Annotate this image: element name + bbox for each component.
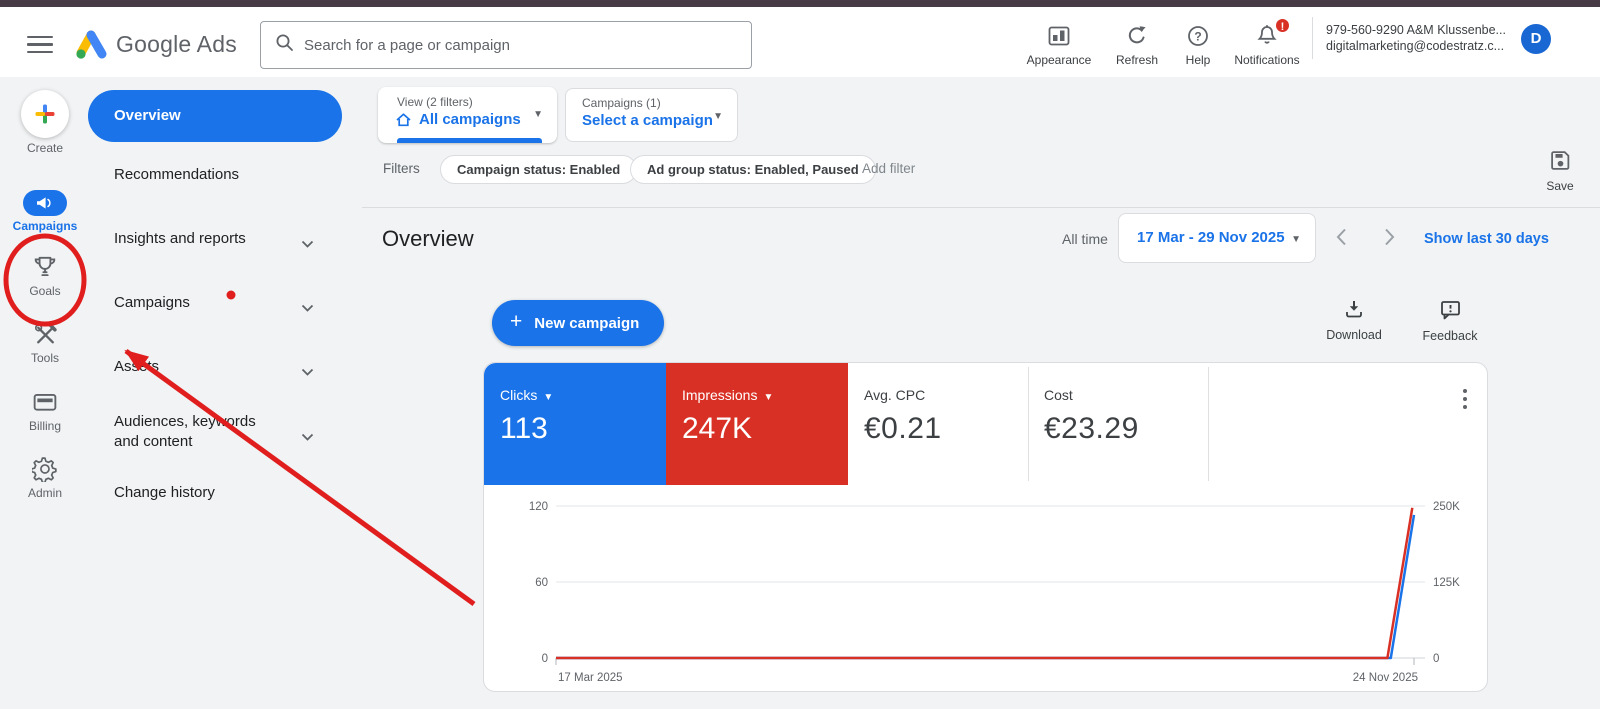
sidebar-item-insights-and-reports[interactable]: Insights and reports xyxy=(88,224,342,254)
rail-item-campaigns[interactable]: Campaigns xyxy=(0,190,90,233)
appearance-icon xyxy=(1017,23,1101,49)
download-button[interactable]: Download xyxy=(1314,300,1394,342)
view-selector-value: All campaigns xyxy=(419,111,521,128)
view-selector-label: View (2 filters) xyxy=(397,95,473,109)
right-axis-tick: 125K xyxy=(1433,577,1460,589)
global-search[interactable] xyxy=(260,21,752,69)
google-ads-overview-page: Google Ads Appearance Refresh ? Help xyxy=(0,0,1600,709)
chart-options-kebab-menu[interactable] xyxy=(1456,389,1474,409)
home-icon xyxy=(395,112,412,128)
scorecard-divider xyxy=(1208,367,1209,481)
right-axis-tick: 250K xyxy=(1433,501,1460,513)
billing-card-icon xyxy=(0,388,90,416)
timeseries-chart: 120 60 0 250K 125K 0 17 Mar 2025 24 Nov … xyxy=(529,501,1460,684)
save-button[interactable]: Save xyxy=(1528,150,1592,193)
cost-value: €23.29 xyxy=(1044,412,1139,445)
menu-hamburger-icon[interactable] xyxy=(27,36,53,54)
chevron-down-icon xyxy=(301,299,314,317)
add-filter-button[interactable]: Add filter xyxy=(862,161,915,176)
date-range-value: 17 Mar - 29 Nov 2025 xyxy=(1137,229,1285,246)
sidebar-item-assets[interactable]: Assets xyxy=(88,352,342,382)
app-header: Google Ads Appearance Refresh ? Help xyxy=(0,7,1600,77)
feedback-icon xyxy=(1440,301,1461,324)
sidebar-item-overview[interactable]: Overview xyxy=(88,90,342,142)
appearance-button[interactable]: Appearance xyxy=(1017,23,1101,67)
tools-icon xyxy=(0,320,90,348)
rail-item-goals[interactable]: Goals xyxy=(0,253,90,298)
gear-icon xyxy=(0,455,90,483)
new-campaign-button[interactable]: + New campaign xyxy=(492,300,664,346)
feedback-button[interactable]: Feedback xyxy=(1410,300,1490,343)
rail-item-create[interactable]: Create xyxy=(0,90,90,155)
right-axis-tick: 0 xyxy=(1433,653,1439,665)
left-axis-tick: 0 xyxy=(542,653,548,665)
scorecard-clicks[interactable]: Clicks ▼ 113 xyxy=(484,363,666,485)
impressions-value: 247K xyxy=(682,412,753,445)
chevron-down-icon xyxy=(301,363,314,381)
chevron-down-icon xyxy=(301,235,314,253)
avg-cpc-value: €0.21 xyxy=(864,412,942,445)
left-axis-tick: 120 xyxy=(529,501,548,513)
trophy-icon xyxy=(0,253,90,281)
dropdown-caret-icon: ▼ xyxy=(1291,234,1301,245)
dropdown-caret-icon: ▼ xyxy=(533,109,543,120)
clicks-line-series xyxy=(556,514,1416,660)
date-range-picker[interactable]: 17 Mar - 29 Nov 2025 ▼ xyxy=(1118,213,1316,263)
header-divider xyxy=(1312,17,1313,59)
previous-range-chevron[interactable] xyxy=(1336,228,1347,252)
x-axis-label-start: 17 Mar 2025 xyxy=(558,672,623,684)
dropdown-caret-icon: ▼ xyxy=(713,111,723,122)
brand-name: Google Ads xyxy=(116,31,237,57)
filter-chip-campaign-status[interactable]: Campaign status: Enabled xyxy=(440,155,638,184)
scorecard-cost[interactable]: Cost €23.29 xyxy=(1028,363,1208,485)
megaphone-icon xyxy=(23,190,67,216)
scorecard-impressions[interactable]: Impressions ▼ 247K xyxy=(666,363,848,485)
sidebar-item-campaigns[interactable]: Campaigns xyxy=(88,288,342,318)
save-floppy-icon xyxy=(1550,151,1571,175)
account-email: digitalmarketing@codestratz.c... xyxy=(1326,39,1505,53)
filters-label: Filters xyxy=(383,161,420,176)
campaign-selector[interactable]: Campaigns (1) Select a campaign ▼ xyxy=(565,88,738,142)
view-selector[interactable]: View (2 filters) All campaigns ▼ xyxy=(378,87,557,143)
view-selector-active-bar xyxy=(397,138,542,143)
create-plus-icon xyxy=(21,90,69,138)
avatar[interactable]: D xyxy=(1521,24,1551,54)
notifications-bell-icon: ! xyxy=(1225,17,1309,49)
impressions-line-series xyxy=(556,507,1414,660)
svg-text:?: ? xyxy=(1194,30,1201,44)
rail-item-tools[interactable]: Tools xyxy=(0,320,90,365)
notifications-button[interactable]: ! Notifications xyxy=(1225,17,1309,67)
overview-chart-card: Clicks ▼ 113 Impressions ▼ 247K Avg. CPC €… xyxy=(483,362,1488,692)
clicks-value: 113 xyxy=(500,412,548,445)
sidebar-item-change-history[interactable]: Change history xyxy=(88,478,342,508)
notification-badge: ! xyxy=(1274,17,1291,34)
plus-icon: + xyxy=(510,310,523,333)
google-ads-logo-icon xyxy=(70,27,110,68)
search-input[interactable] xyxy=(304,36,724,54)
browser-top-strip xyxy=(0,0,1600,7)
sidebar-item-recommendations[interactable]: Recommendations xyxy=(88,160,342,190)
account-info[interactable]: 979-560-9290 A&M Klussenbe... digitalmar… xyxy=(1326,22,1512,54)
metric-caret-icon: ▼ xyxy=(543,392,554,403)
section-divider xyxy=(362,207,1600,208)
page-title: Overview xyxy=(382,226,474,251)
account-id: 979-560-9290 A&M Klussenbe... xyxy=(1326,23,1506,37)
search-icon xyxy=(275,33,294,57)
next-range-chevron[interactable] xyxy=(1384,228,1395,252)
left-axis-tick: 60 xyxy=(535,577,548,589)
time-scope-label: All time xyxy=(1062,231,1108,247)
campaign-selector-label: Campaigns (1) xyxy=(582,96,661,110)
scorecard-avg-cpc[interactable]: Avg. CPC €0.21 xyxy=(848,363,1028,485)
rail-item-billing[interactable]: Billing xyxy=(0,388,90,433)
rail-item-admin[interactable]: Admin xyxy=(0,455,90,500)
filter-chip-ad-group-status[interactable]: Ad group status: Enabled, Paused xyxy=(630,155,876,184)
chevron-down-icon xyxy=(301,428,314,446)
download-icon xyxy=(1344,301,1364,323)
show-last-30-days-link[interactable]: Show last 30 days xyxy=(1424,231,1549,247)
x-axis-label-end: 24 Nov 2025 xyxy=(1353,672,1418,684)
sidebar-item-audiences-keywords-content[interactable]: Audiences, keywords and content xyxy=(88,404,342,460)
metric-caret-icon: ▼ xyxy=(763,392,774,403)
